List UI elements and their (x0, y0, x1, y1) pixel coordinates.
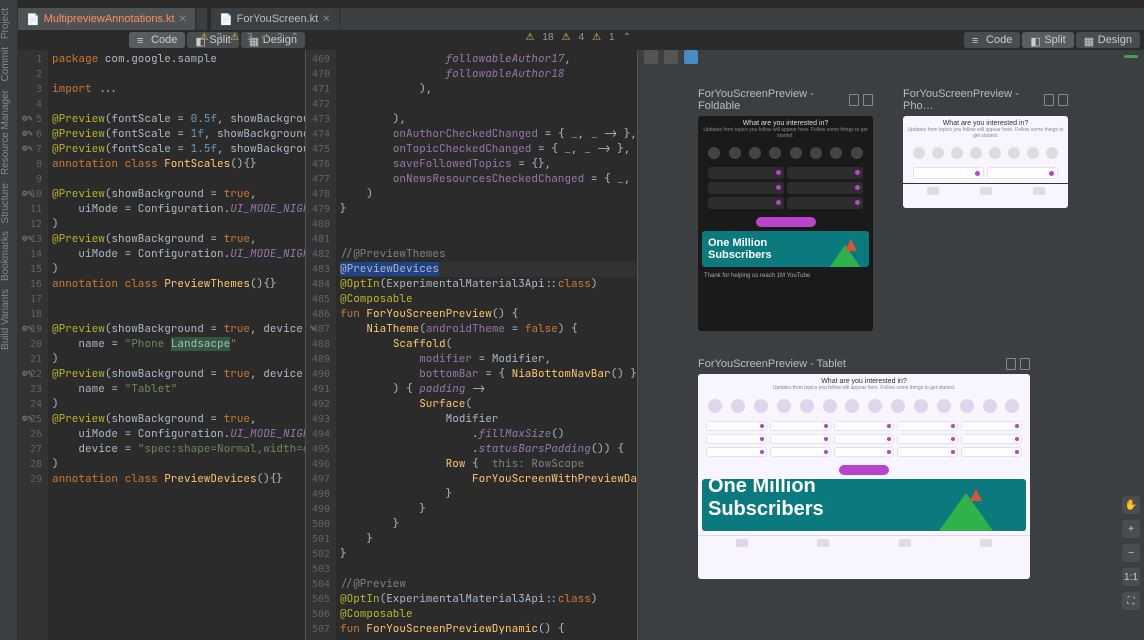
warning-icon: ⚠ (525, 32, 534, 43)
rail-commit[interactable]: Commit (0, 47, 11, 81)
preview-pane: ForYouScreenPreview - Foldable What are … (638, 50, 1144, 640)
code-icon: ≡ (972, 35, 982, 45)
main-area: ⚠2 ⚠3 ✔2 ⌃ 1234⚙✎5⚙✎6⚙✎789⚙✎101112⚙✎1314… (18, 50, 1144, 640)
ok-icon: ✔ (261, 32, 269, 43)
split-icon: ◧ (1030, 35, 1040, 45)
preview-toolbar (638, 50, 1144, 70)
pan-icon[interactable]: ✋ (1122, 496, 1140, 514)
editor-pane-mid: ⚠18 ⚠4 ⚠1 ⌃ 4694704714724734744754764774… (306, 50, 638, 640)
warning-icon: ⚠ (562, 32, 571, 43)
editor-pane-left: ⚠2 ⚠3 ✔2 ⌃ 1234⚙✎5⚙✎6⚙✎789⚙✎101112⚙✎1314… (18, 50, 306, 640)
zoom-fit-icon[interactable]: ⛶ (1122, 592, 1140, 610)
done-button-preview (756, 217, 816, 227)
preview-foldable[interactable]: What are you interested in?Updates from … (698, 116, 873, 331)
rail-project[interactable]: Project (0, 8, 11, 39)
inspection-summary-left[interactable]: ⚠2 ⚠3 ✔2 ⌃ (200, 32, 299, 43)
device-icon[interactable] (1058, 94, 1068, 106)
device-icon[interactable] (863, 94, 873, 106)
layers-icon[interactable] (684, 50, 698, 64)
editor-tabs: 📄 MultipreviewAnnotations.kt ✕ 📄 ForYouS… (18, 8, 1144, 30)
close-icon[interactable]: ✕ (179, 14, 187, 25)
code-editor-mid[interactable]: followableAuthor17, followableAuthor18 )… (336, 50, 637, 640)
device-icon[interactable] (1044, 94, 1054, 106)
rail-build-variants[interactable]: Build Variants (0, 289, 11, 350)
tool-window-rail: Project Commit Resource Manager Structur… (0, 0, 18, 640)
zoom-reset-button[interactable]: 1:1 (1122, 568, 1140, 586)
preview-phone[interactable]: What are you interested in?Updates from … (903, 116, 1068, 208)
view-design-button[interactable]: ▦Design (1076, 32, 1140, 48)
gutter-left[interactable]: 1234⚙✎5⚙✎6⚙✎789⚙✎101112⚙✎131415161718⚙✎1… (18, 50, 48, 640)
rail-structure[interactable]: Structure (0, 183, 11, 224)
chevron-icon: ⌃ (291, 32, 299, 43)
gutter-mid[interactable]: 4694704714724734744754764774784794804814… (306, 50, 336, 640)
device-icon[interactable] (1020, 358, 1030, 370)
view-code-button[interactable]: ≡Code (129, 32, 185, 48)
banner-preview: One Million Subscribers (702, 479, 1026, 531)
device-icon[interactable] (1006, 358, 1016, 370)
tab-multipreview-annotations[interactable]: 📄 MultipreviewAnnotations.kt ✕ (18, 8, 196, 30)
file-icon: 📄 (26, 13, 40, 26)
build-ok-icon (1124, 55, 1138, 58)
close-icon[interactable]: ✕ (322, 14, 330, 25)
banner-preview: One Million Subscribers (702, 231, 869, 267)
code-icon: ≡ (137, 35, 147, 45)
done-button-preview (839, 465, 889, 475)
preview-zoom-tools: ✋ + − 1:1 ⛶ (1122, 496, 1140, 610)
animation-preview-icon[interactable] (664, 50, 678, 64)
preview-title-foldable: ForYouScreenPreview - Foldable (698, 88, 873, 112)
warning-icon: ⚠ (200, 32, 209, 43)
tab-label: MultipreviewAnnotations.kt (44, 13, 175, 25)
code-editor-left[interactable]: package com.google.sampleimport ...@Prev… (48, 50, 305, 640)
file-icon: 📄 (219, 13, 233, 26)
view-code-button[interactable]: ≡Code (964, 32, 1020, 48)
view-split-button[interactable]: ◧Split (1022, 32, 1073, 48)
rail-bookmarks[interactable]: Bookmarks (0, 231, 11, 281)
preview-title-tablet: ForYouScreenPreview - Tablet (698, 358, 1030, 370)
view-switcher-right: ≡Code ◧Split ▦Design (964, 30, 1140, 50)
warning-icon: ⚠ (592, 32, 601, 43)
interactive-preview-icon[interactable] (644, 50, 658, 64)
preview-canvas[interactable]: ForYouScreenPreview - Foldable What are … (638, 88, 1114, 640)
tab-label: ForYouScreen.kt (237, 13, 319, 25)
preview-tablet[interactable]: What are you interested in?Updates from … (698, 374, 1030, 579)
zoom-out-icon[interactable]: − (1122, 544, 1140, 562)
rail-resource-manager[interactable]: Resource Manager (0, 90, 11, 175)
zoom-in-icon[interactable]: + (1122, 520, 1140, 538)
preview-title-phone: ForYouScreenPreview - Pho… (903, 88, 1068, 112)
tab-foryouscreen[interactable]: 📄 ForYouScreen.kt ✕ (211, 8, 340, 30)
warning-icon: ⚠ (230, 32, 239, 43)
device-icon[interactable] (849, 94, 859, 106)
chevron-icon: ⌃ (623, 32, 631, 43)
inspection-summary-mid[interactable]: ⚠18 ⚠4 ⚠1 ⌃ (525, 32, 631, 43)
design-icon: ▦ (1084, 35, 1094, 45)
